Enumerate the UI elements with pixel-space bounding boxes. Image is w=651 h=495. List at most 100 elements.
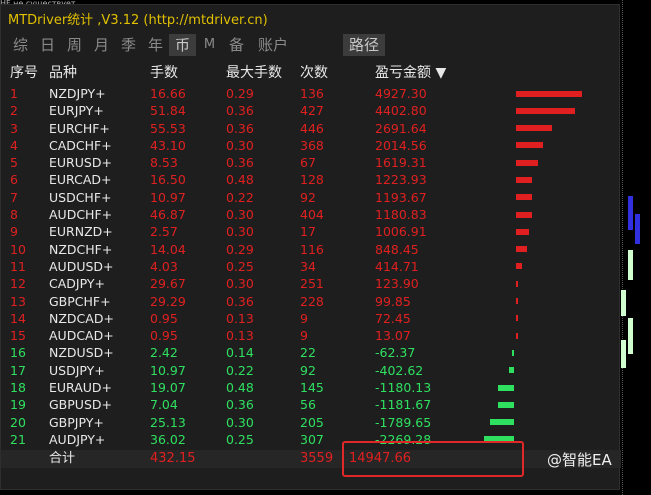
row-lots: 0.95 <box>150 310 178 326</box>
table-row[interactable]: 11 AUDUSD+ 4.03 0.25 34 414.71 <box>1 258 621 275</box>
column-header-pnl[interactable]: 盈亏金额 ▼ <box>375 62 446 82</box>
table-header: 序号 品种 手数 最大手数 次数 盈亏金额 ▼ <box>1 62 621 84</box>
table-row[interactable]: 1 NZDJPY+ 16.66 0.29 136 4927.30 <box>1 85 621 102</box>
row-count: 67 <box>300 155 316 171</box>
row-symbol: AUDCAD+ <box>49 328 114 344</box>
column-header-symbol[interactable]: 品种 <box>49 62 77 82</box>
path-button[interactable]: 路径 <box>343 34 385 56</box>
row-index: 6 <box>10 172 18 188</box>
row-pnl: 414.71 <box>375 258 419 274</box>
total-label: 合计 <box>49 451 76 466</box>
table-row[interactable]: 8 AUDCHF+ 46.87 0.30 404 1180.83 <box>1 206 621 223</box>
pnl-bar <box>508 367 514 374</box>
tab-7[interactable]: M <box>196 34 223 56</box>
pnl-bar <box>516 90 582 97</box>
pnl-bar <box>516 211 532 218</box>
row-max-lots: 0.30 <box>226 224 254 240</box>
row-symbol: CADCHF+ <box>49 137 112 153</box>
pnl-bar <box>490 419 514 426</box>
tab-8[interactable]: 备 <box>223 34 250 56</box>
row-index: 7 <box>10 189 18 205</box>
tab-5[interactable]: 年 <box>142 34 169 56</box>
pnl-bar <box>516 125 553 132</box>
row-count: 92 <box>300 189 316 205</box>
row-index: 1 <box>10 86 18 101</box>
table-row[interactable]: 15 AUDCAD+ 0.95 0.13 9 13.07 <box>1 327 621 344</box>
table-row[interactable]: 13 GBPCHF+ 29.29 0.36 228 99.85 <box>1 293 621 310</box>
row-pnl: 4927.30 <box>375 86 427 101</box>
tab-2[interactable]: 周 <box>61 34 88 56</box>
table-body: 1 NZDJPY+ 16.66 0.29 136 4927.30 2 EURJPY+ 51.84… <box>1 85 621 448</box>
row-max-lots: 0.30 <box>226 414 254 430</box>
column-header-lots[interactable]: 手数 <box>150 62 178 82</box>
column-header-max-lots[interactable]: 最大手数 <box>226 62 282 82</box>
table-row[interactable]: 10 NZDCHF+ 14.04 0.29 116 848.45 <box>1 241 621 258</box>
table-row[interactable]: 4 CADCHF+ 43.10 0.30 368 2014.56 <box>1 137 621 154</box>
row-count: 128 <box>300 172 324 188</box>
tab-9[interactable]: 账户 <box>250 34 296 56</box>
table-row[interactable]: 3 EURCHF+ 55.53 0.36 446 2691.64 <box>1 120 621 137</box>
row-max-lots: 0.36 <box>226 103 254 119</box>
row-pnl: 2691.64 <box>375 120 427 136</box>
column-header-count[interactable]: 次数 <box>300 62 328 82</box>
pnl-bar <box>498 401 514 408</box>
row-symbol: AUDJPY+ <box>49 431 106 447</box>
row-pnl: 2014.56 <box>375 137 427 153</box>
row-max-lots: 0.36 <box>226 155 254 171</box>
row-symbol: AUDCHF+ <box>49 207 113 223</box>
total-lots: 432.15 <box>150 451 196 466</box>
row-index: 4 <box>10 137 18 153</box>
row-pnl: -1181.67 <box>375 397 432 413</box>
row-lots: 10.97 <box>150 362 186 378</box>
row-count: 368 <box>300 137 324 153</box>
table-row[interactable]: 2 EURJPY+ 51.84 0.36 427 4402.80 <box>1 102 621 119</box>
row-pnl: 1180.83 <box>375 207 427 223</box>
column-header-pnl-label: 盈亏金额 <box>375 65 431 81</box>
pnl-bar <box>512 349 514 356</box>
table-row[interactable]: 6 EURCAD+ 16.50 0.48 128 1223.93 <box>1 171 621 188</box>
tab-6[interactable]: 币 <box>169 34 196 56</box>
row-index: 12 <box>10 276 26 292</box>
table-row[interactable]: 14 NZDCAD+ 0.95 0.13 9 72.45 <box>1 310 621 327</box>
table-row[interactable]: 5 EURUSD+ 8.53 0.36 67 1619.31 <box>1 154 621 171</box>
table-row[interactable]: 7 USDCHF+ 10.97 0.22 92 1193.67 <box>1 189 621 206</box>
row-max-lots: 0.22 <box>226 189 254 205</box>
tab-3[interactable]: 月 <box>88 34 115 56</box>
table-row[interactable]: 19 GBPUSD+ 7.04 0.36 56 -1181.67 <box>1 396 621 413</box>
pnl-bar <box>516 228 530 235</box>
table-row[interactable]: 16 NZDUSD+ 2.42 0.14 22 -62.37 <box>1 344 621 361</box>
pnl-bar <box>516 159 538 166</box>
row-index: 20 <box>10 414 26 430</box>
table-row[interactable]: 9 EURNZD+ 2.57 0.30 17 1006.91 <box>1 223 621 240</box>
table-row[interactable]: 17 USDJPY+ 10.97 0.22 92 -402.62 <box>1 362 621 379</box>
row-lots: 19.07 <box>150 380 186 396</box>
table-row[interactable]: 12 CADJPY+ 29.67 0.30 251 123.90 <box>1 275 621 292</box>
watermark: @智能EA <box>547 451 612 469</box>
row-count: 307 <box>300 431 324 447</box>
column-header-idx[interactable]: 序号 <box>10 62 38 82</box>
pnl-bar <box>516 142 543 149</box>
row-lots: 10.97 <box>150 189 186 205</box>
row-max-lots: 0.13 <box>226 310 254 326</box>
table-row[interactable]: 20 GBPJPY+ 25.13 0.30 205 -1789.65 <box>1 414 621 431</box>
chart-candle <box>628 318 633 354</box>
tab-4[interactable]: 季 <box>115 34 142 56</box>
row-pnl: 123.90 <box>375 276 419 292</box>
row-pnl: 1006.91 <box>375 224 427 240</box>
table-row[interactable]: 21 AUDJPY+ 36.02 0.25 307 -2269.28 <box>1 431 621 448</box>
row-index: 15 <box>10 328 26 344</box>
total-row: 合计 432.15 3559 14947.66 <box>1 450 621 468</box>
sort-desc-icon: ▼ <box>435 65 447 81</box>
row-symbol: EURAUD+ <box>49 380 113 396</box>
chart-candle <box>635 214 640 244</box>
row-lots: 14.04 <box>150 241 186 257</box>
pnl-bar <box>516 194 532 201</box>
row-pnl: -402.62 <box>375 362 424 378</box>
tab-1[interactable]: 日 <box>34 34 61 56</box>
row-symbol: USDJPY+ <box>49 362 105 378</box>
row-count: 92 <box>300 362 316 378</box>
table-row[interactable]: 18 EURAUD+ 19.07 0.48 145 -1180.13 <box>1 379 621 396</box>
row-symbol: EURCHF+ <box>49 120 110 136</box>
tab-0[interactable]: 综 <box>7 34 34 56</box>
row-pnl: 1619.31 <box>375 155 427 171</box>
